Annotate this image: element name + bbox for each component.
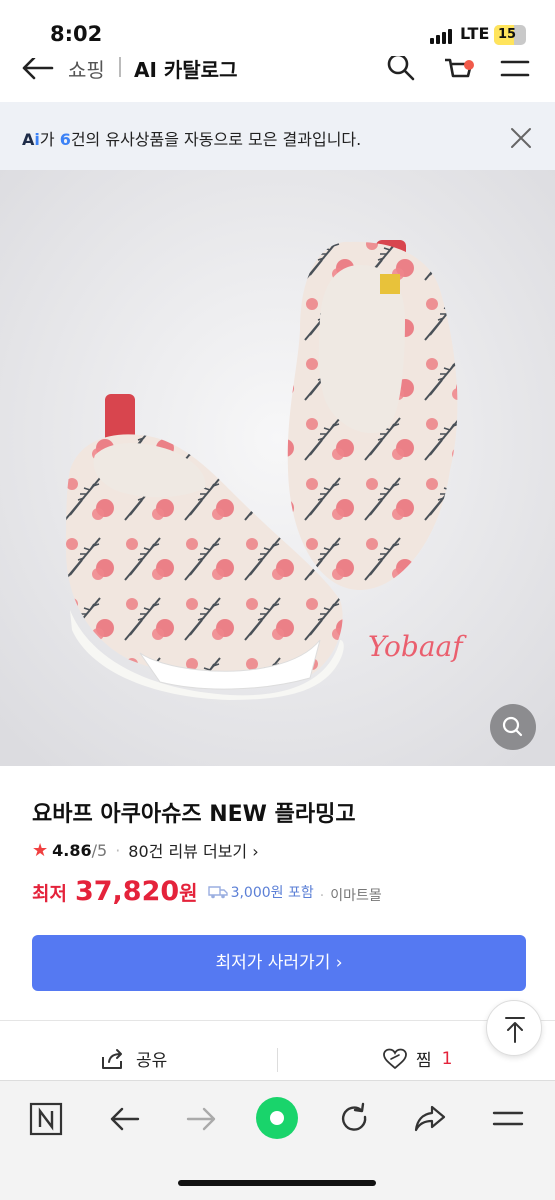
reviews-link[interactable]: 80건 리뷰 더보기 › (128, 838, 258, 862)
rating-row: ★ 4.86 /5 · 80건 리뷰 더보기 › (32, 838, 259, 862)
like-count: 1 (441, 1048, 453, 1069)
similar-count: 6 (59, 130, 71, 149)
menu-icon[interactable] (490, 1101, 526, 1137)
shoes-illustration (0, 170, 555, 766)
status-bar: 8:02 LTE 15 (0, 0, 555, 56)
ai-banner-message: Ai가 6건의 유사상품을 자동으로 모은 결과입니다. (22, 130, 362, 149)
scroll-to-top-button[interactable] (486, 1000, 542, 1056)
cart-badge (464, 60, 474, 70)
page-title: AI 카탈로그 (134, 58, 238, 82)
status-time: 8:02 (50, 22, 103, 46)
hamburger-menu-icon[interactable] (500, 58, 530, 82)
shop-name: 이마트몰 (330, 888, 382, 904)
home-indicator[interactable] (178, 1180, 376, 1186)
price-label: 최저 (32, 883, 67, 905)
network-label: LTE (460, 24, 490, 43)
rating-score: 4.86 (52, 840, 92, 860)
action-row: 공유 찜 1 (0, 1036, 555, 1084)
forward-icon[interactable] (184, 1101, 220, 1137)
star-icon: ★ (32, 839, 49, 861)
share-button[interactable]: 공유 (100, 1046, 167, 1071)
zoom-button[interactable] (490, 704, 536, 750)
battery-icon: 15 (494, 25, 526, 45)
heart-icon (383, 1048, 407, 1069)
share-icon (102, 1048, 122, 1069)
product-title: 요바프 아쿠아슈즈 NEW 플라밍고 (32, 802, 356, 827)
cart-button[interactable] (440, 56, 476, 86)
action-separator (277, 1048, 278, 1072)
like-button[interactable]: 찜 1 (382, 1046, 452, 1071)
price-unit: 원 (179, 881, 198, 905)
divider (0, 1020, 555, 1021)
refresh-icon[interactable] (336, 1101, 372, 1137)
signal-icon (430, 28, 458, 44)
share-arrow-icon[interactable] (412, 1101, 448, 1137)
ai-logo: Ai (22, 130, 40, 149)
buy-lowest-price-button[interactable]: 최저가 사러가기 › (32, 935, 526, 991)
product-image[interactable]: Yobaaf (0, 170, 555, 766)
magnifier-icon (502, 716, 523, 737)
back-icon[interactable] (106, 1101, 142, 1137)
separator-dot: · (115, 840, 121, 860)
ai-catalog-banner: Ai가 6건의 유사상품을 자동으로 모은 결과입니다. (0, 102, 555, 170)
truck-icon (207, 886, 228, 899)
back-arrow-icon[interactable] (20, 58, 54, 82)
price-row: 최저 37,820 원 3,000원 포함 · 이마트몰 (32, 876, 382, 907)
brand-watermark: Yobaaf (368, 630, 463, 663)
app-header: 쇼핑 AI 카탈로그 (0, 56, 555, 102)
arrow-up-icon (505, 1017, 525, 1043)
breadcrumb-separator (119, 57, 121, 77)
naver-home-icon[interactable] (28, 1101, 64, 1137)
price-value: 37,820 (74, 876, 180, 907)
separator-dot: · (319, 888, 325, 904)
like-label: 찜 (416, 1051, 432, 1071)
battery-level: 15 (494, 25, 516, 45)
share-label: 공유 (136, 1051, 168, 1071)
green-dot-icon[interactable] (256, 1097, 298, 1139)
close-icon[interactable] (510, 127, 532, 149)
rating-max: /5 (91, 840, 108, 860)
search-icon[interactable] (386, 56, 416, 84)
shipping-info: 3,000원 포함 (207, 882, 314, 902)
breadcrumb-shopping[interactable]: 쇼핑 (68, 56, 105, 83)
